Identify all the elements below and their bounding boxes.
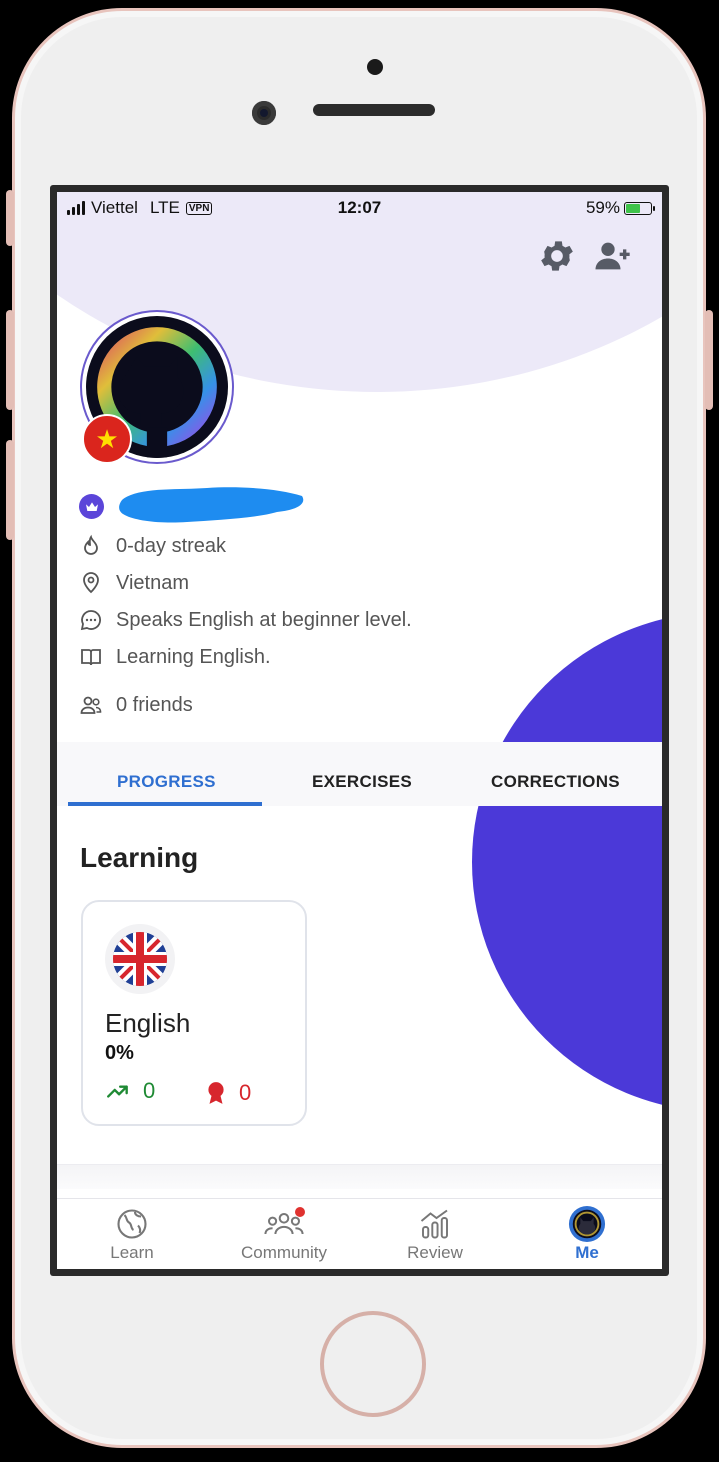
status-bar: Viettel LTE VPN 12:07 59% xyxy=(57,192,662,224)
tab-exercises[interactable]: EXERCISES xyxy=(312,772,412,792)
crown-icon xyxy=(79,494,104,519)
tab-community[interactable]: Community xyxy=(224,1205,344,1263)
uk-flag-icon xyxy=(105,924,175,994)
friends-row[interactable]: 0 friends xyxy=(79,693,193,717)
awards-stat: 0 xyxy=(203,1078,251,1108)
profile-tabs: PROGRESS EXERCISES CORRECTIONS xyxy=(57,742,662,806)
tab-corrections[interactable]: CORRECTIONS xyxy=(491,772,620,792)
location-pin-icon xyxy=(83,572,99,594)
proximity-sensor xyxy=(367,59,383,75)
clock: 12:07 xyxy=(337,198,382,217)
chat-bubble-icon xyxy=(80,610,102,631)
awards-count: 0 xyxy=(239,1080,252,1105)
front-camera xyxy=(252,101,276,125)
friends-text: 0 friends xyxy=(116,693,193,716)
friends-icon xyxy=(80,696,102,714)
language-card[interactable]: English 0% 0 0 xyxy=(81,900,307,1126)
learning-text: Learning English. xyxy=(116,645,271,668)
username-redacted xyxy=(119,487,304,523)
streak-text: 0-day streak xyxy=(116,534,227,557)
award-ribbon-icon xyxy=(208,1082,224,1104)
trending-up-icon xyxy=(107,1085,128,1098)
tab-progress[interactable]: PROGRESS xyxy=(117,772,216,792)
tab-learn[interactable]: Learn xyxy=(72,1205,192,1263)
tab-review[interactable]: Review xyxy=(375,1205,495,1263)
speaks-row: Speaks English at beginner level. xyxy=(79,608,412,632)
volume-down-button xyxy=(6,440,14,540)
language-percent: 0% xyxy=(105,1042,134,1064)
location-text: Vietnam xyxy=(116,571,190,594)
add-user-icon[interactable] xyxy=(593,236,633,276)
location-row: Vietnam xyxy=(79,571,189,595)
speaks-text: Speaks English at beginner level. xyxy=(116,608,412,631)
bar-chart-icon xyxy=(420,1209,448,1239)
gear-icon[interactable] xyxy=(537,236,577,276)
tab-learn-label: Learn xyxy=(110,1243,154,1262)
streak-row: 0-day streak xyxy=(79,534,226,558)
progress-stat: 0 xyxy=(103,1078,155,1104)
country-flag-badge: ★ xyxy=(82,414,132,464)
decorative-blob xyxy=(472,612,662,1112)
home-button[interactable] xyxy=(320,1311,426,1417)
bottom-tab-bar: Learn Community Review Me xyxy=(57,1198,662,1269)
earpiece-speaker xyxy=(313,104,435,116)
language-name: English xyxy=(105,1008,191,1038)
notification-dot xyxy=(295,1207,305,1217)
section-title: Learning xyxy=(80,842,199,873)
mute-switch xyxy=(6,190,14,246)
flame-icon xyxy=(84,534,98,555)
battery-percent: 59% xyxy=(585,198,620,217)
volume-up-button xyxy=(6,310,14,410)
tab-community-label: Community xyxy=(241,1243,327,1262)
learning-row: Learning English. xyxy=(79,645,271,669)
tab-me[interactable]: Me xyxy=(527,1205,647,1263)
progress-count: 0 xyxy=(143,1078,156,1103)
avatar-icon xyxy=(568,1205,606,1243)
active-tab-indicator xyxy=(68,802,262,806)
app-screen: Viettel LTE VPN 12:07 59% ★ 0-day streak… xyxy=(57,192,662,1269)
power-button xyxy=(705,310,713,410)
book-icon xyxy=(81,649,101,666)
tab-me-label: Me xyxy=(575,1243,599,1262)
globe-icon xyxy=(117,1209,147,1239)
battery-icon xyxy=(624,201,655,215)
tab-review-label: Review xyxy=(407,1243,463,1262)
section-divider xyxy=(57,1164,662,1189)
